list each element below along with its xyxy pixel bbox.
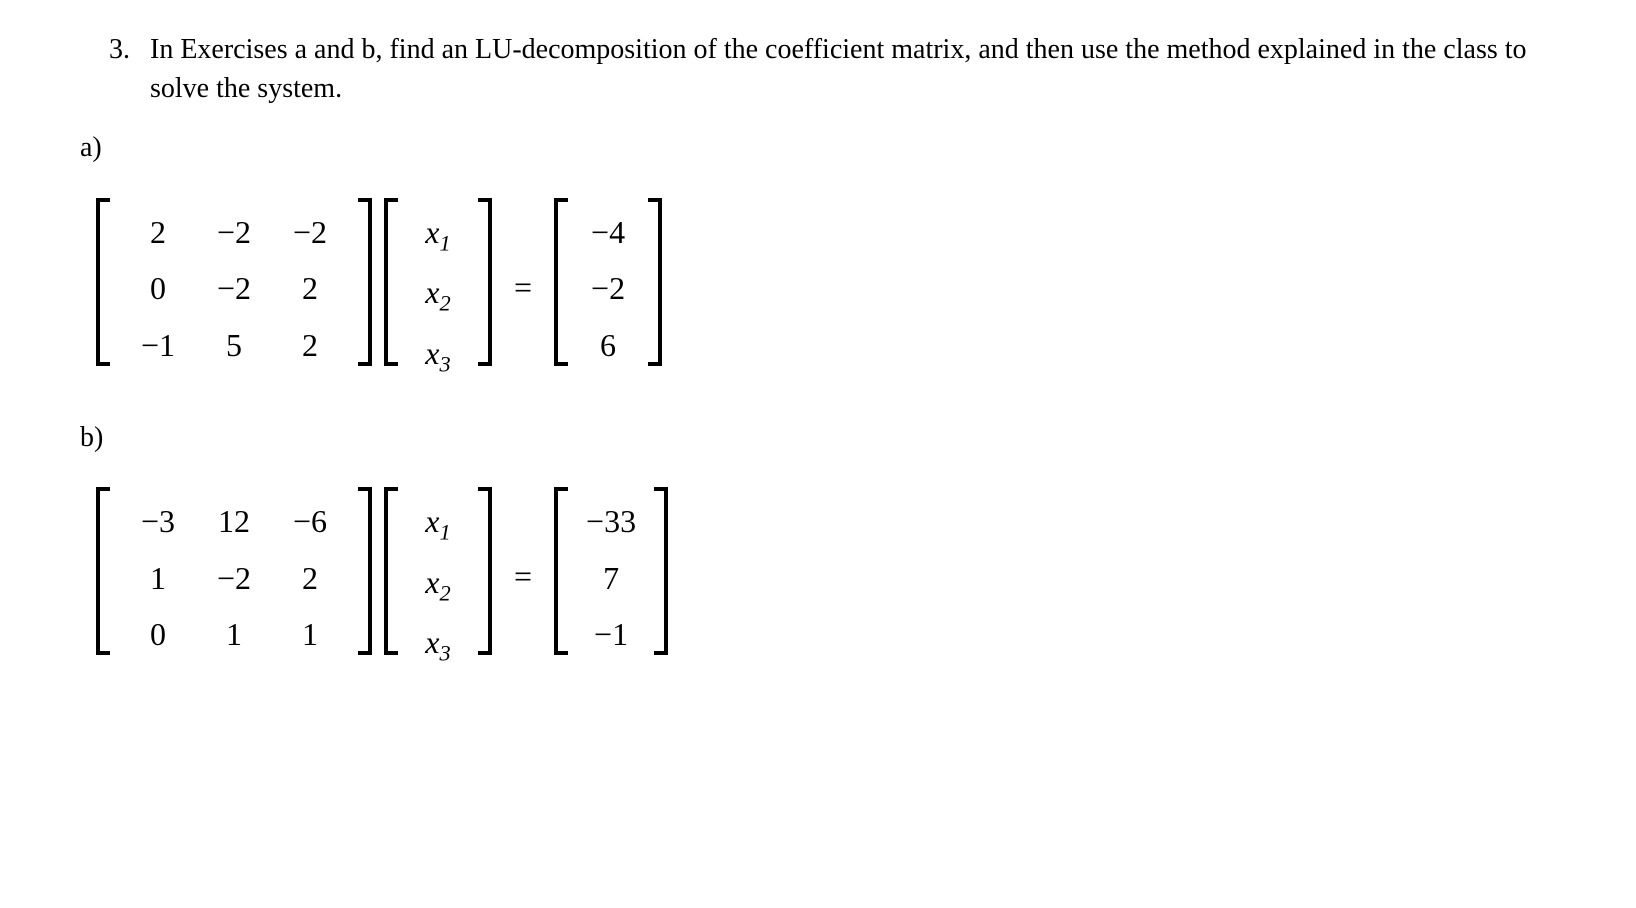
matrix-cell: 0 bbox=[120, 260, 196, 317]
vector-cell: 6 bbox=[578, 317, 638, 374]
problem-block: 3. In Exercises a and b, find an LU-deco… bbox=[80, 30, 1556, 667]
vector-cell: 7 bbox=[581, 550, 641, 607]
matrix-cell: 2 bbox=[120, 204, 196, 261]
matrix-cell: 1 bbox=[120, 550, 196, 607]
problem-number: 3. bbox=[80, 30, 130, 108]
vector-cell: x1 bbox=[408, 493, 468, 554]
part-a-label: a) bbox=[80, 128, 1556, 167]
matrix-cell: 1 bbox=[196, 606, 272, 663]
vector-cell: −4 bbox=[578, 204, 638, 261]
equation-b: −3 12 −6 1 −2 2 0 1 1 x bbox=[90, 487, 1556, 667]
vector-cell: x3 bbox=[408, 325, 468, 386]
matrix-cell: 0 bbox=[120, 606, 196, 663]
vector-cell: x2 bbox=[408, 554, 468, 615]
matrix-cell: −1 bbox=[120, 317, 196, 374]
vector-cell: −33 bbox=[578, 493, 644, 550]
vector-cell: −2 bbox=[578, 260, 638, 317]
matrix-b-coefficient: −3 12 −6 1 −2 2 0 1 1 bbox=[96, 487, 372, 667]
equation-a: 2 −2 −2 0 −2 2 −1 5 2 x bbox=[90, 198, 1556, 378]
matrix-cell: 2 bbox=[272, 260, 348, 317]
matrix-cell: −6 bbox=[272, 493, 348, 550]
equals-sign: = bbox=[514, 265, 532, 310]
matrix-cell: −2 bbox=[272, 204, 348, 261]
vector-a-x: x1 x2 x3 bbox=[384, 198, 492, 378]
vector-cell: x3 bbox=[408, 614, 468, 675]
matrix-cell: −2 bbox=[196, 260, 272, 317]
matrix-cell: −2 bbox=[196, 550, 272, 607]
vector-cell: −1 bbox=[581, 606, 641, 663]
matrix-cell: −2 bbox=[196, 204, 272, 261]
equals-sign: = bbox=[514, 554, 532, 599]
matrix-cell: 12 bbox=[196, 493, 272, 550]
vector-cell: x2 bbox=[408, 264, 468, 325]
matrix-cell: 5 bbox=[196, 317, 272, 374]
matrix-a-coefficient: 2 −2 −2 0 −2 2 −1 5 2 bbox=[96, 198, 372, 378]
vector-cell: x1 bbox=[408, 204, 468, 265]
matrix-cell: 2 bbox=[272, 317, 348, 374]
problem-text: In Exercises a and b, find an LU-decompo… bbox=[150, 30, 1546, 108]
matrix-cell: −3 bbox=[120, 493, 196, 550]
matrix-cell: 1 bbox=[272, 606, 348, 663]
matrix-cell: 2 bbox=[272, 550, 348, 607]
part-b-label: b) bbox=[80, 418, 1556, 457]
vector-b-x: x1 x2 x3 bbox=[384, 487, 492, 667]
vector-b-b: −33 7 −1 bbox=[554, 487, 668, 667]
vector-a-b: −4 −2 6 bbox=[554, 198, 662, 378]
